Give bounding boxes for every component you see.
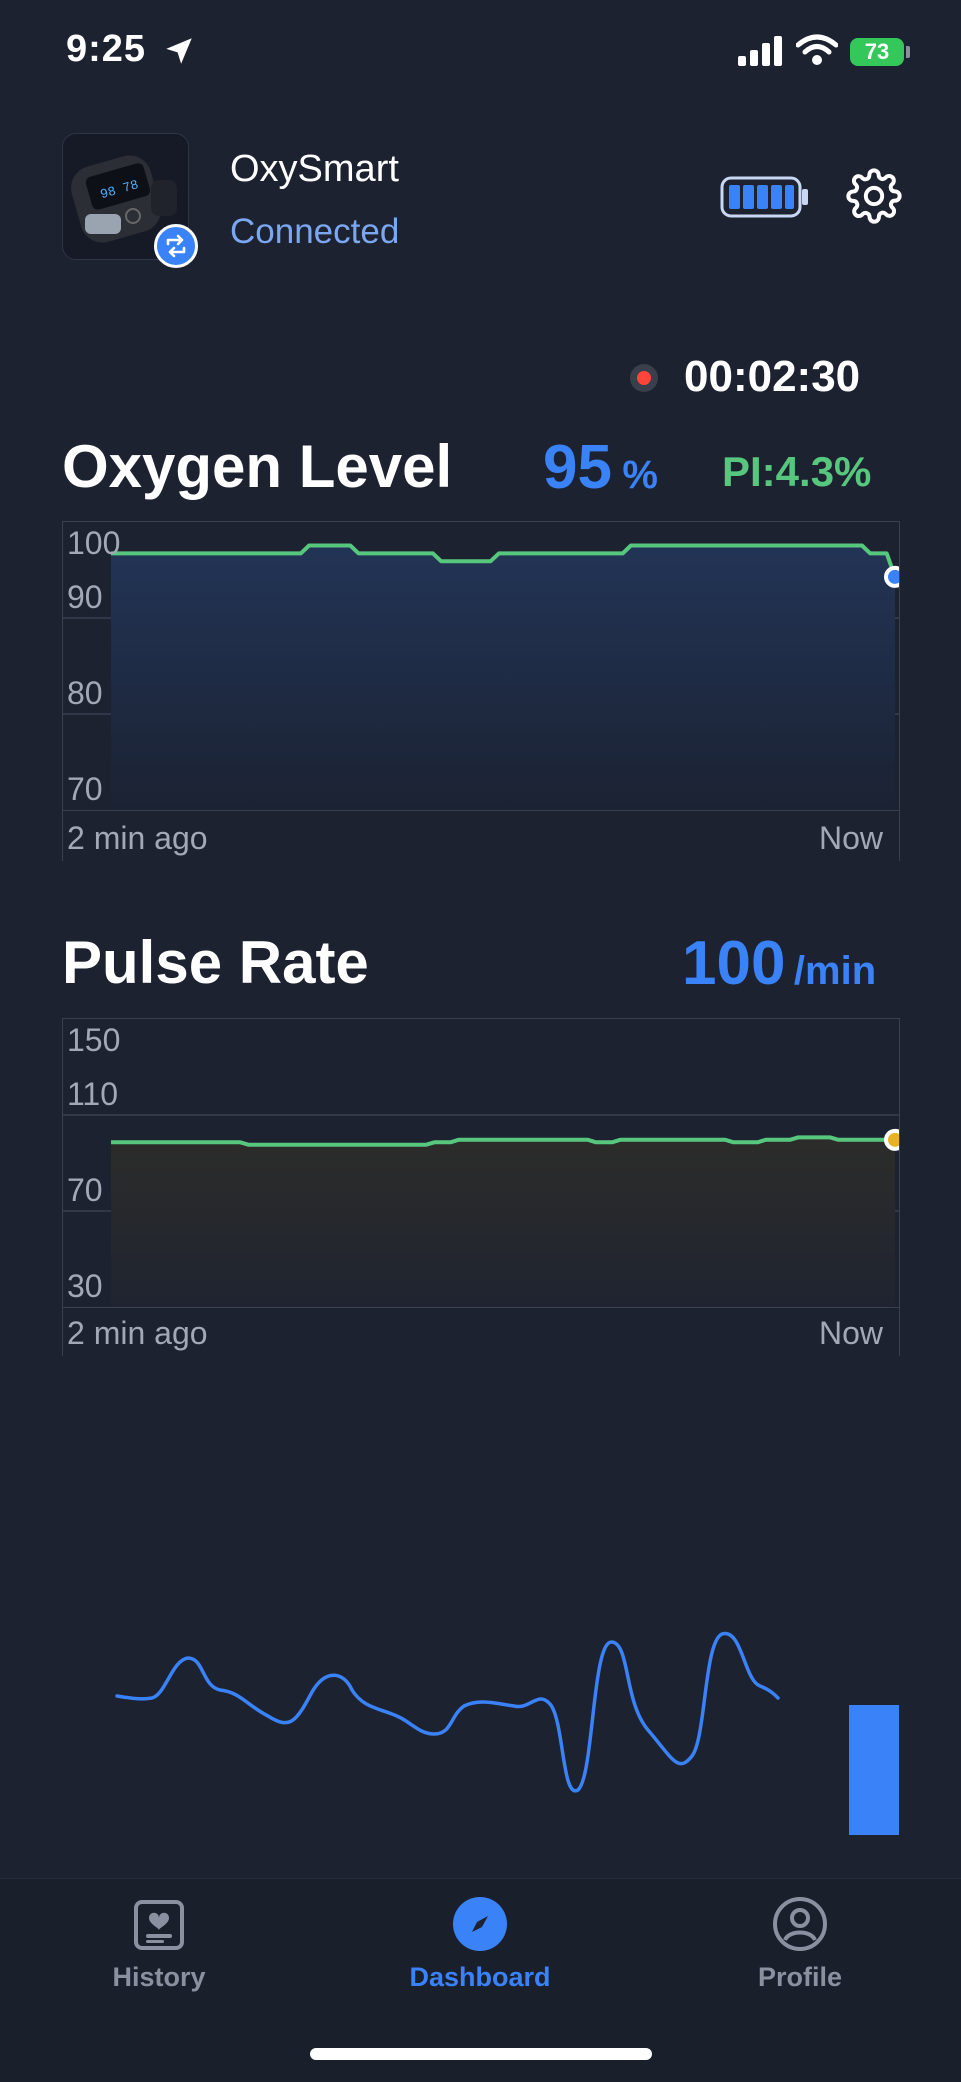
tab-dashboard-label: Dashboard	[409, 1962, 551, 1992]
profile-icon	[773, 1897, 827, 1951]
tab-dashboard[interactable]: Dashboard	[380, 1890, 580, 2000]
sync-icon	[166, 234, 186, 258]
recording-timer: 00:02:30	[684, 352, 861, 401]
pulse-y-tick: 30	[67, 1268, 103, 1304]
oxygen-value: 95	[543, 433, 612, 502]
pulse-chart: 150 110 70 30	[62, 1018, 900, 1308]
pulse-x-end: Now	[819, 1315, 884, 1351]
pulse-unit: /min	[793, 949, 877, 993]
oxygen-y-tick: 100	[67, 525, 121, 561]
area-fill	[111, 1137, 895, 1307]
area-fill	[111, 545, 895, 810]
connection-status: Connected	[230, 212, 400, 251]
oxygen-chart-side-right	[899, 811, 900, 861]
oxygen-x-end: Now	[819, 820, 884, 856]
device-battery-icon	[720, 176, 808, 218]
wifi-icon	[796, 34, 838, 65]
oxygen-x-start: 2 min ago	[67, 820, 208, 856]
tab-profile-label: Profile	[757, 1962, 843, 1992]
oxygen-chart: 100 90 80 70	[62, 521, 900, 811]
oxygen-chart-plot	[63, 543, 899, 810]
signal-strength-bar	[849, 1705, 899, 1835]
home-indicator	[310, 2048, 652, 2060]
tab-history-label: History	[112, 1962, 206, 1992]
latest-point	[884, 565, 899, 588]
device-name: OxySmart	[230, 148, 399, 190]
location-arrow-icon	[166, 38, 192, 64]
recording-indicator-icon	[630, 364, 658, 392]
oxygen-title: Oxygen Level	[62, 433, 453, 500]
pulse-chart-side-right	[899, 1308, 900, 1356]
latest-point	[884, 1128, 899, 1151]
pulse-reading: 100 /min	[682, 928, 876, 999]
oxygen-y-tick: 90	[67, 579, 103, 615]
pulse-chart-plot	[63, 1114, 899, 1307]
status-time: 9:25	[66, 28, 147, 70]
pulse-y-tick: 70	[67, 1172, 103, 1208]
tab-profile[interactable]: Profile	[700, 1890, 900, 2000]
phone-battery-indicator: 73	[850, 38, 904, 66]
oxygen-chart-side-left	[62, 811, 63, 861]
tab-history[interactable]: History	[59, 1890, 259, 2000]
history-icon	[134, 1900, 184, 1950]
battery-cap	[906, 46, 910, 58]
perfusion-index: PI:4.3%	[722, 448, 872, 495]
oxygen-y-tick: 70	[67, 771, 103, 807]
pulse-chart-side-left	[62, 1308, 63, 1356]
signal-icon	[738, 36, 782, 66]
oxygen-reading: 95 %	[543, 432, 658, 503]
pulse-y-tick: 110	[67, 1076, 119, 1112]
pulse-value: 100	[682, 929, 786, 998]
oxygen-unit: %	[622, 453, 658, 497]
oxygen-y-tick: 80	[67, 675, 103, 711]
sync-badge	[154, 224, 198, 268]
pulse-x-start: 2 min ago	[67, 1315, 208, 1351]
pleth-waveform	[115, 1632, 780, 1793]
dashboard-compass-icon	[453, 1897, 507, 1951]
settings-gear-icon[interactable]	[846, 168, 902, 224]
pulse-title: Pulse Rate	[62, 929, 369, 996]
pulse-y-tick: 150	[67, 1022, 121, 1058]
